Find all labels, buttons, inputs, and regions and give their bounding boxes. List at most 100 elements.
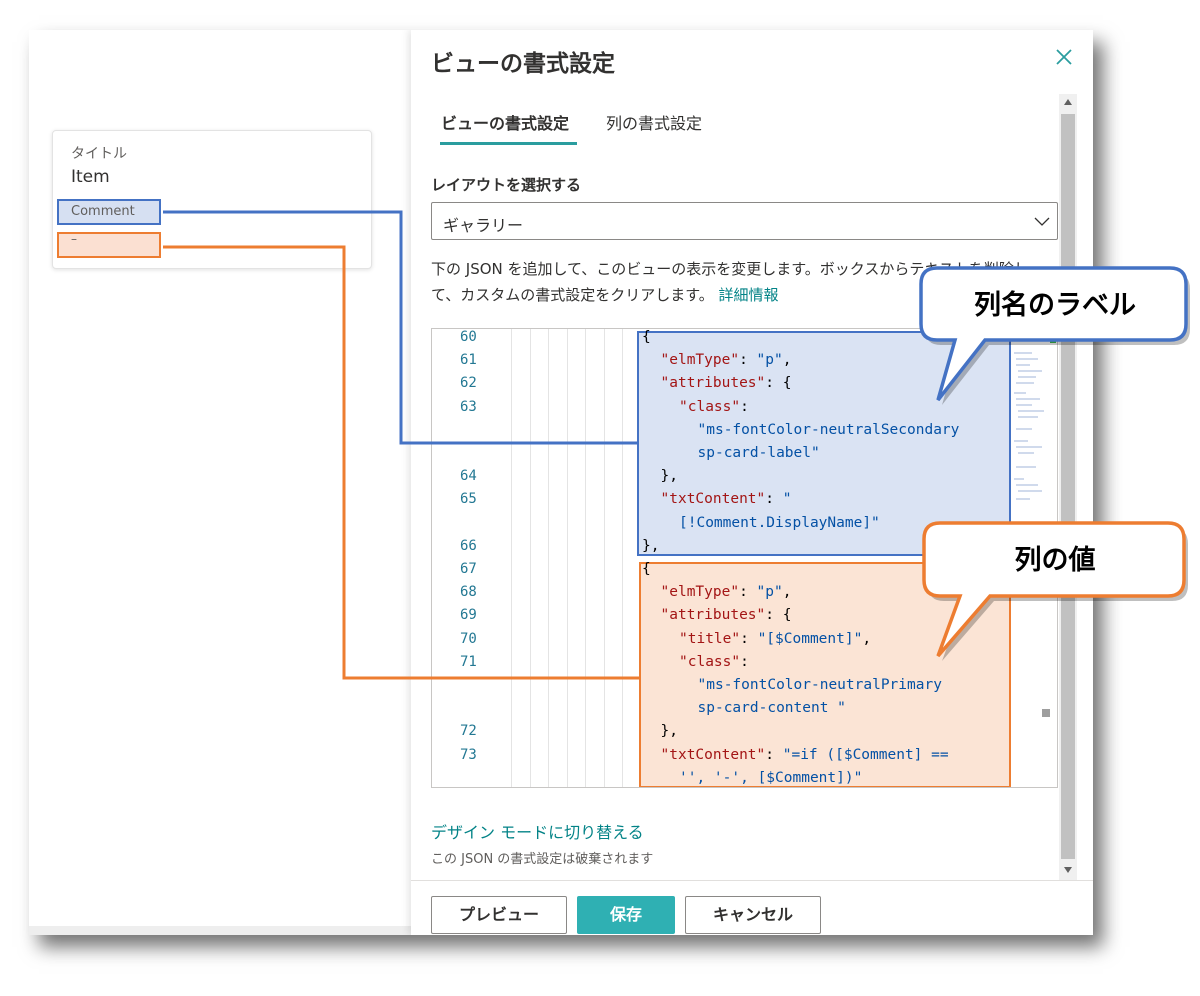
line-number: 72 — [460, 723, 477, 740]
line-number: 66 — [460, 537, 477, 554]
code-token: , — [862, 630, 872, 647]
card-comment-label: Comment — [57, 199, 161, 225]
code-token: { — [642, 561, 651, 577]
code-line: sp-card-content " — [698, 700, 846, 716]
code-line: "title": "[$Comment]", — [679, 631, 871, 647]
indent-guide — [567, 329, 568, 787]
json-code-editor[interactable]: 60 61 62 63 64 65 66 67 68 69 70 71 72 73 {"elmType":… — [431, 328, 1058, 788]
code-token: "ms-fontColor-neutralSecondary — [697, 421, 960, 438]
gallery-card[interactable]: タイトル Item Comment – — [52, 130, 372, 269]
code-line: { — [642, 561, 651, 577]
code-line: }, — [642, 538, 659, 554]
scroll-up-icon[interactable] — [1063, 98, 1073, 106]
indent-guide — [622, 329, 623, 787]
code-minimap[interactable] — [1012, 349, 1048, 549]
code-token: : — [740, 630, 758, 647]
code-token: "=if ([$Comment] == — [782, 746, 949, 763]
editor-scroll-thumb[interactable] — [1042, 709, 1050, 717]
layout-select-label: レイアウトを選択する — [431, 176, 582, 194]
code-token: : — [739, 584, 757, 601]
code-token: "attributes" — [660, 375, 766, 392]
panel-title: ビューの書式設定 — [431, 51, 615, 77]
code-token: "ms-fontColor-neutralPrimary — [697, 677, 942, 693]
code-line: "elmType": "p", — [661, 584, 792, 600]
scroll-down-icon[interactable] — [1063, 866, 1073, 874]
code-line: "class": — [679, 399, 749, 415]
code-token: : — [740, 398, 749, 415]
tab-column-format[interactable]: 列の書式設定 — [606, 110, 702, 134]
panel-scrollbar[interactable] — [1059, 94, 1077, 880]
code-token: "txtContent" — [660, 746, 766, 763]
code-token: "p" — [756, 352, 783, 369]
indent-guide — [604, 329, 605, 787]
code-line: "elmType": "p", — [661, 352, 792, 368]
code-token: "class" — [679, 398, 741, 415]
code-token: : — [740, 653, 749, 670]
line-number: 65 — [460, 491, 477, 508]
code-line: { — [642, 329, 651, 345]
code-line: '', '-', [$Comment])" — [679, 770, 862, 786]
save-button[interactable]: 保存 — [577, 896, 675, 934]
format-view-panel: ビューの書式設定 ビューの書式設定 列の書式設定 レイアウトを選択する ギャラリ… — [411, 30, 1093, 935]
active-tab-indicator — [440, 142, 577, 145]
code-token: : — [765, 491, 783, 508]
code-line: "txtContent": "=if ([$Comment] == — [661, 747, 949, 763]
code-token: "class" — [679, 653, 741, 670]
panel-scroll-thumb[interactable] — [1061, 114, 1075, 859]
code-token: : { — [765, 375, 792, 392]
card-comment-value: – — [57, 232, 161, 258]
indent-guide — [511, 329, 512, 787]
chevron-down-icon — [1034, 217, 1050, 226]
list-view-area: タイトル Item Comment – — [29, 30, 411, 935]
line-number: 67 — [460, 561, 477, 577]
footer-divider — [411, 880, 1093, 881]
code-token: '', '-', [$Comment])" — [679, 769, 863, 786]
code-token: "title" — [679, 630, 741, 647]
line-number: 70 — [460, 630, 477, 647]
card-title-value: Item — [71, 167, 110, 187]
code-line: }, — [661, 468, 678, 484]
preview-button[interactable]: プレビュー — [431, 896, 567, 934]
code-line: "txtContent": " — [661, 491, 792, 507]
code-token: "elmType" — [660, 352, 740, 369]
layout-dropdown[interactable]: ギャラリー — [431, 202, 1058, 240]
indent-guide — [548, 329, 549, 787]
code-line: sp-card-label" — [698, 445, 820, 461]
code-token: [!Comment.DisplayName]" — [679, 514, 880, 531]
code-token: sp-card-label" — [697, 445, 820, 461]
code-token: }, — [660, 468, 678, 485]
change-marker — [1050, 339, 1056, 343]
code-token: "[$Comment]" — [757, 630, 863, 647]
design-mode-link[interactable]: デザイン モードに切り替える — [431, 819, 644, 843]
code-token: { — [642, 329, 651, 345]
line-number: 64 — [460, 468, 477, 485]
code-line: "ms-fontColor-neutralSecondary — [698, 422, 960, 438]
code-token: }, — [642, 537, 660, 554]
code-line: "attributes": { — [661, 607, 792, 623]
screenshot-frame: タイトル Item Comment – ビューの書式設定 ビューの書式設定 列の… — [29, 30, 1093, 935]
line-number: 69 — [460, 607, 477, 624]
horizontal-scrollbar[interactable] — [29, 926, 411, 935]
code-token: : — [739, 352, 757, 369]
line-number: 68 — [460, 584, 477, 601]
line-number: 63 — [460, 398, 477, 415]
layout-dropdown-value: ギャラリー — [443, 216, 524, 235]
code-line: "class": — [679, 654, 749, 670]
code-token: : { — [765, 607, 792, 624]
line-number: 60 — [460, 329, 477, 345]
tab-view-format[interactable]: ビューの書式設定 — [441, 110, 569, 134]
code-token: }, — [660, 723, 678, 740]
learn-more-link[interactable]: 詳細情報 — [719, 286, 779, 304]
code-line: "ms-fontColor-neutralPrimary — [698, 677, 942, 693]
close-icon[interactable] — [1053, 46, 1075, 68]
line-number: 62 — [460, 375, 477, 392]
line-number: 71 — [460, 653, 477, 670]
cancel-button[interactable]: キャンセル — [685, 896, 821, 934]
code-token: " — [782, 491, 792, 508]
code-token: "elmType" — [660, 584, 740, 601]
code-token: : — [765, 746, 783, 763]
indent-guide — [585, 329, 586, 787]
code-line: "attributes": { — [661, 375, 792, 391]
line-number: 61 — [460, 352, 477, 369]
code-token: "p" — [756, 584, 783, 601]
